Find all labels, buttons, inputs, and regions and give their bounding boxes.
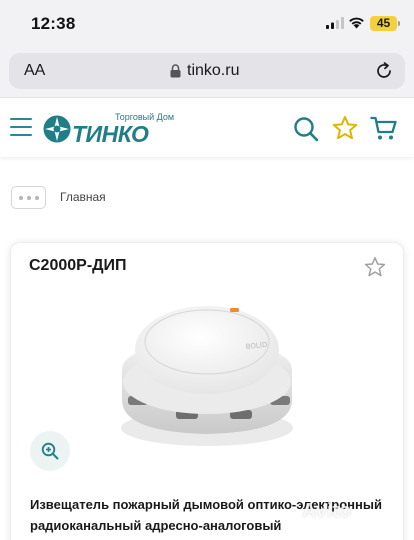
battery-indicator: 45 <box>370 16 400 31</box>
product-image[interactable]: BOLID <box>114 300 300 450</box>
url-text[interactable]: tinko.ru <box>187 62 239 80</box>
wifi-icon <box>349 17 364 29</box>
site-logo[interactable]: Торговый Дом ТИНКО <box>42 112 174 147</box>
reload-icon[interactable] <box>375 62 393 80</box>
address-bar[interactable]: AA tinko.ru <box>9 53 405 89</box>
logo-mark-icon <box>43 115 71 143</box>
search-icon[interactable] <box>293 116 319 142</box>
text-size-button[interactable]: AA <box>24 62 45 80</box>
product-title[interactable]: С2000Р-ДИП <box>29 257 127 275</box>
status-bar: 12:38 45 <box>0 0 414 48</box>
status-time: 12:38 <box>31 14 76 33</box>
zoom-in-icon <box>41 442 59 460</box>
favorites-star-icon[interactable] <box>332 115 358 141</box>
breadcrumb-home-link[interactable]: Главная <box>60 190 106 204</box>
add-to-favorites-star-icon[interactable] <box>364 256 386 278</box>
logo-text: ТИНКО <box>72 121 149 147</box>
browser-toolbar: AA tinko.ru <box>0 48 414 98</box>
cart-icon[interactable] <box>370 115 398 142</box>
avito-watermark: Avito <box>302 500 352 522</box>
menu-icon[interactable] <box>10 118 32 136</box>
breadcrumb-more-button[interactable] <box>11 186 46 209</box>
zoom-button[interactable] <box>30 431 70 471</box>
lock-icon <box>170 64 181 78</box>
cellular-signal-icon <box>326 17 344 29</box>
